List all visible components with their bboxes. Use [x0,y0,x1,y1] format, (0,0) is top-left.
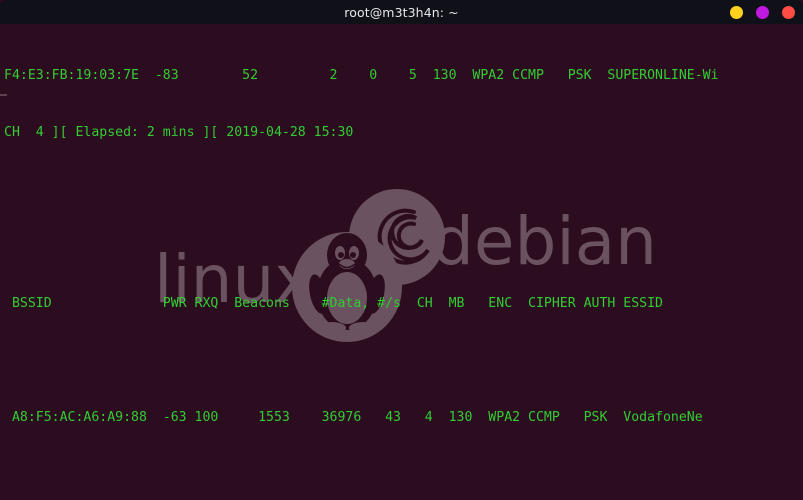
terminal-cursor [0,94,7,96]
scroll-line: F4:E3:FB:19:03:7E -83 52 2 0 5 130 WPA2 … [4,68,719,83]
window-titlebar[interactable]: root@m3t3h4n: ~ [0,0,803,24]
maximize-button-icon[interactable] [756,5,769,19]
window-controls [730,0,795,24]
terminal-body[interactable]: linux debian F4:E3:FB:19:03:7E -83 52 2 … [0,24,803,500]
terminal-window: root@m3t3h4n: ~ linux debian F4:E3:FB:19… [0,0,803,500]
minimize-button-icon[interactable] [730,5,743,19]
close-button-icon[interactable] [782,5,795,19]
terminal-screen[interactable]: F4:E3:FB:19:03:7E -83 52 2 0 5 130 WPA2 … [4,28,803,500]
ap-table-row: A8:F5:AC:A6:A9:88 -63 100 1553 36976 43 … [4,410,703,425]
status-line: CH 4 ][ Elapsed: 2 mins ][ 2019-04-28 15… [4,125,354,140]
ap-table-header: BSSID PWR RXQ Beacons #Data, #/s CH MB E… [4,296,663,311]
window-title: root@m3t3h4n: ~ [344,4,459,20]
